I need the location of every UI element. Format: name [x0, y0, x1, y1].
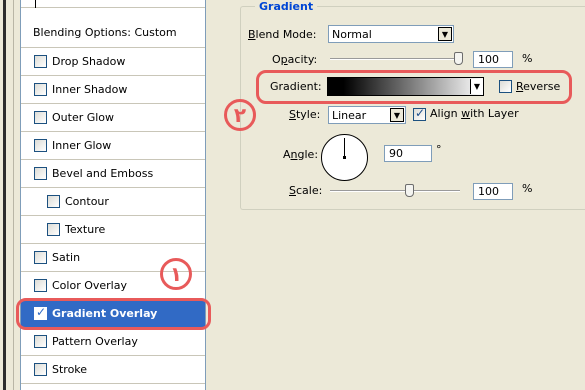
inner-shadow-checkbox[interactable]: [34, 83, 47, 96]
gradient-group-title: Gradient: [255, 0, 318, 13]
blending-options-label: Blending Options: Custom: [33, 26, 177, 39]
sidebar-item-contour[interactable]: Contour: [21, 188, 205, 216]
blend-mode-label: Blend Mode:: [248, 28, 317, 41]
sidebar-item-outer-glow[interactable]: Outer Glow: [21, 104, 205, 132]
sidebar-item-label: Color Overlay: [52, 279, 127, 292]
angle-label: Angle:: [283, 148, 319, 161]
sidebar-item-texture[interactable]: Texture: [21, 216, 205, 244]
sidebar-item-pattern-overlay[interactable]: Pattern Overlay: [21, 328, 205, 356]
style-select[interactable]: Linear ▼: [328, 106, 406, 124]
gradient-row-highlight: [256, 70, 572, 104]
style-value: Linear: [332, 108, 367, 122]
list-top-strip: [21, 0, 205, 8]
sidebar-item-label: Inner Glow: [52, 139, 112, 152]
scale-label: Scale:: [289, 184, 323, 197]
scale-input[interactable]: 100: [473, 183, 513, 200]
color-overlay-checkbox[interactable]: [34, 279, 47, 292]
sidebar-item-label: Drop Shadow: [52, 55, 126, 68]
stroke-checkbox[interactable]: [34, 363, 47, 376]
sidebar-item-bevel-emboss[interactable]: Bevel and Emboss: [21, 160, 205, 188]
drop-shadow-checkbox[interactable]: [34, 55, 47, 68]
satin-checkbox[interactable]: [34, 251, 47, 264]
angle-input[interactable]: 90: [384, 145, 432, 162]
gradient-overlay-highlight: [16, 298, 211, 330]
blending-options-item[interactable]: Blending Options: Custom: [21, 18, 205, 48]
align-with-layer-label: Align with Layer: [430, 107, 519, 120]
sidebar-item-label: Inner Shadow: [52, 83, 128, 96]
align-with-layer-checkbox[interactable]: [413, 106, 426, 121]
blend-mode-select[interactable]: Normal ▼: [328, 25, 454, 43]
sidebar-item-label: Stroke: [52, 363, 88, 376]
contour-checkbox[interactable]: [47, 195, 60, 208]
annotation-two: ٢: [224, 99, 256, 131]
bevel-emboss-checkbox[interactable]: [34, 167, 47, 180]
outer-glow-checkbox[interactable]: [34, 111, 47, 124]
sidebar-item-label: Texture: [65, 223, 106, 236]
opacity-slider-track[interactable]: [330, 58, 460, 60]
sidebar-item-drop-shadow[interactable]: Drop Shadow: [21, 48, 205, 76]
annotation-one: ١: [160, 258, 192, 290]
scale-slider-track[interactable]: [330, 190, 460, 192]
angle-dial[interactable]: [321, 134, 368, 181]
style-label: Style:: [289, 108, 321, 121]
sidebar-item-inner-glow[interactable]: Inner Glow: [21, 132, 205, 160]
opacity-input[interactable]: 100: [473, 51, 513, 68]
chevron-down-icon: ▼: [390, 108, 404, 122]
scale-unit: %: [522, 182, 533, 195]
scale-slider-thumb[interactable]: [405, 184, 414, 197]
sidebar-item-label: Satin: [52, 251, 81, 264]
inner-glow-checkbox[interactable]: [34, 139, 47, 152]
opacity-slider-thumb[interactable]: [454, 52, 463, 65]
opacity-label: Opacity:: [272, 53, 318, 66]
angle-unit: °: [436, 143, 442, 156]
pattern-overlay-checkbox[interactable]: [34, 335, 47, 348]
texture-checkbox[interactable]: [47, 223, 60, 236]
sidebar-item-label: Bevel and Emboss: [52, 167, 154, 180]
sidebar-item-label: Pattern Overlay: [52, 335, 138, 348]
chevron-down-icon: ▼: [438, 27, 452, 41]
sidebar-item-stroke[interactable]: Stroke: [21, 356, 205, 384]
sidebar-item-label: Outer Glow: [52, 111, 115, 124]
styles-list: Blending Options: Custom Drop Shadow Inn…: [20, 0, 206, 390]
sidebar-item-label: Contour: [65, 195, 109, 208]
window-frame-left: [0, 0, 14, 390]
sidebar-item-inner-shadow[interactable]: Inner Shadow: [21, 76, 205, 104]
opacity-unit: %: [522, 52, 533, 65]
blend-mode-value: Normal: [332, 27, 372, 41]
